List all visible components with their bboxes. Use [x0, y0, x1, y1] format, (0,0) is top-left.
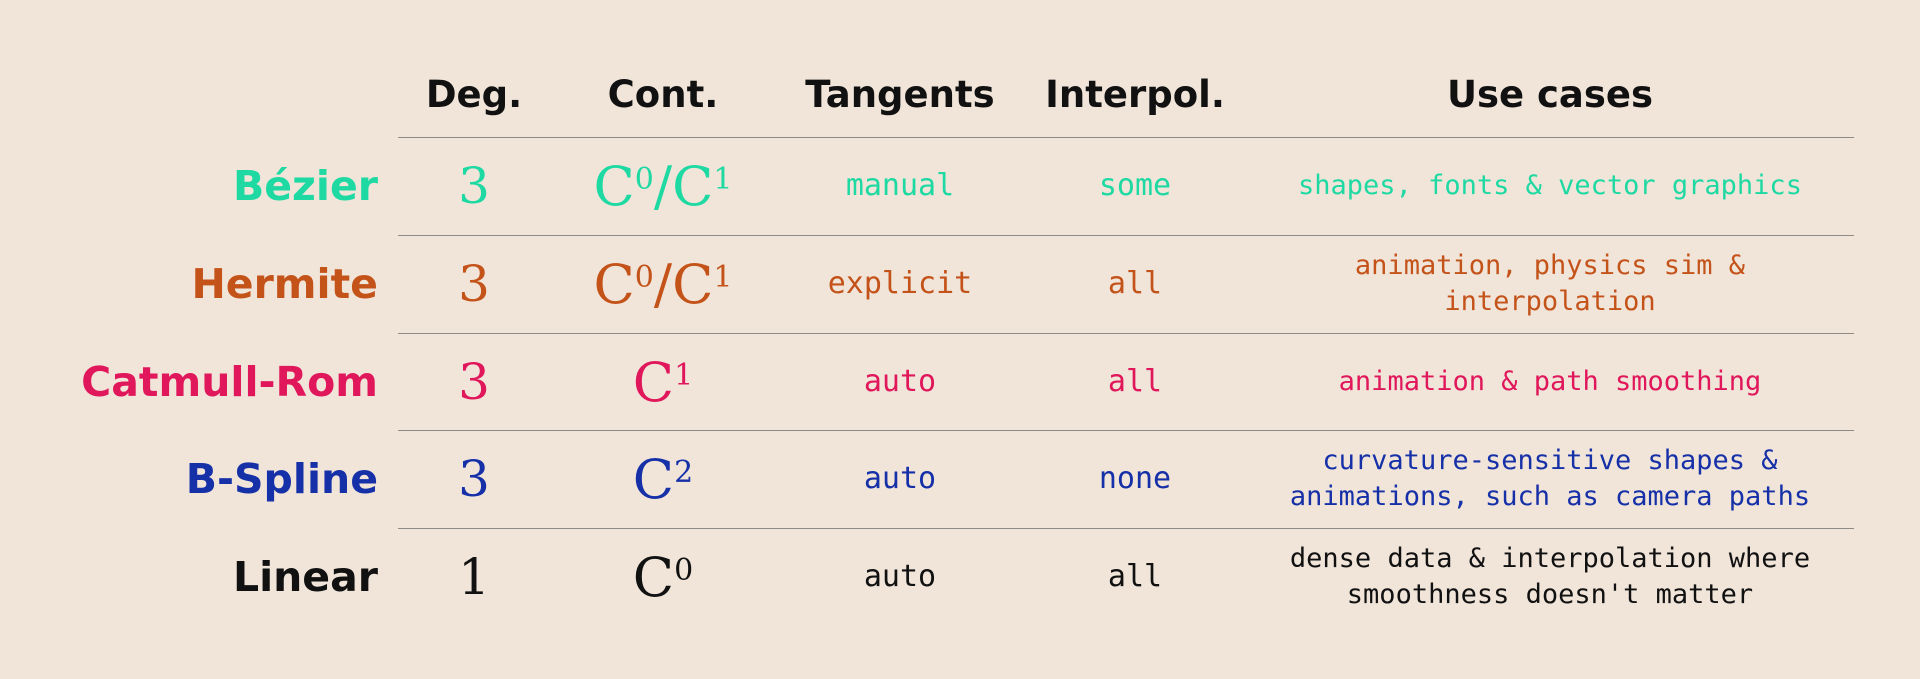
- continuity-separator: /: [653, 154, 673, 218]
- degree-value: 3: [458, 450, 490, 508]
- table-row: Catmull-Rom 3 C 1 auto all animation & path sm…: [0, 333, 1920, 431]
- degree-value: 1: [458, 548, 490, 606]
- use-cases-value: shapes, fonts & vector graphics: [1298, 170, 1802, 201]
- continuity-separator: /: [653, 252, 673, 316]
- continuity-value: C 0/C 1: [593, 154, 733, 218]
- header-degree: Deg.: [425, 72, 523, 116]
- header-continuity: Cont.: [607, 72, 719, 116]
- continuity-value: C2: [632, 447, 694, 511]
- spline-comparison-table: Deg. Cont. Tangents Interpol. Use cases …: [0, 0, 1920, 679]
- curve-name: Linear: [232, 553, 378, 601]
- header-use-cases: Use cases: [1446, 72, 1654, 116]
- tangents-value: explicit: [827, 266, 973, 301]
- continuity-class: C: [593, 154, 635, 218]
- continuity-value: C0: [632, 545, 694, 609]
- header-tangents: Tangents: [805, 72, 995, 116]
- continuity-class: C: [593, 252, 635, 316]
- continuity-class: C: [632, 545, 675, 609]
- tangents-value: auto: [863, 559, 937, 594]
- tangents-value: manual: [845, 168, 955, 203]
- degree-value: 3: [458, 353, 490, 411]
- interpolation-value: none: [1098, 461, 1172, 496]
- use-cases-value: dense data & interpolation where smoothn…: [1289, 543, 1811, 610]
- continuity-class: C: [672, 154, 714, 218]
- degree-value: 3: [458, 255, 490, 313]
- continuity-value: C 0/C 1: [593, 252, 733, 316]
- tangents-value: auto: [863, 461, 937, 496]
- header-interpolation: Interpol.: [1045, 72, 1225, 116]
- curve-name: Bézier: [232, 162, 378, 210]
- continuity-class: C: [672, 252, 714, 316]
- use-cases-value: animation, physics sim & interpolation: [1354, 250, 1746, 317]
- continuity-class: C: [632, 447, 675, 511]
- curve-name: Hermite: [191, 260, 378, 308]
- table-row: Bézier 3 C 0/C 1 manual some shapes, fonts & ve…: [0, 137, 1920, 235]
- tangents-value: auto: [863, 364, 937, 399]
- continuity-class: C: [632, 350, 675, 414]
- interpolation-value: all: [1107, 266, 1163, 301]
- curve-name: B-Spline: [185, 455, 378, 503]
- use-cases-value: curvature-sensitive shapes & animations,…: [1289, 445, 1811, 512]
- table-row: Linear 1 C 0 auto all dense data & interpolati…: [0, 528, 1920, 626]
- table-row: Hermite 3 C 0/C 1 explicit all animation, physi…: [0, 235, 1920, 333]
- table-row: B-Spline 3 C 2 auto none curvature-sensitive s…: [0, 430, 1920, 528]
- curve-name: Catmull-Rom: [81, 358, 378, 406]
- degree-value: 3: [458, 157, 490, 215]
- interpolation-value: some: [1098, 168, 1172, 203]
- interpolation-value: all: [1107, 364, 1163, 399]
- interpolation-value: all: [1107, 559, 1163, 594]
- continuity-value: C1: [632, 350, 694, 414]
- use-cases-value: animation & path smoothing: [1338, 366, 1762, 397]
